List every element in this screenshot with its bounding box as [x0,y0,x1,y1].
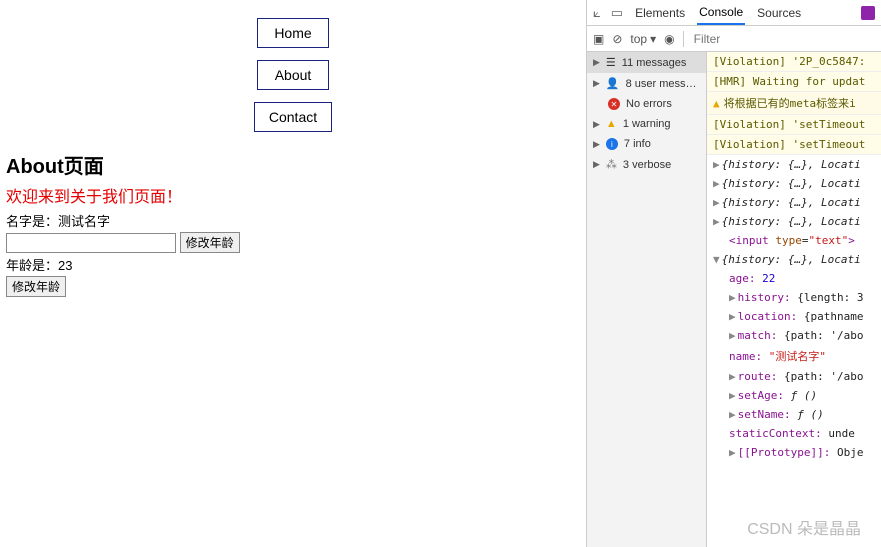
log-object[interactable]: ▶{history: {…}, Locati [707,174,881,193]
sidebar-toggle-icon[interactable]: ▣ [593,32,604,46]
log-line: [HMR] Waiting for updat [707,72,881,92]
name-label: 名字是：测试名字 [6,211,586,230]
log-object[interactable]: ▶{history: {…}, Locati [707,193,881,212]
device-icon[interactable]: ▭ [611,5,623,21]
console-toolbar: ▣ ⊘ top ▾ ◉ [587,26,881,52]
tab-console[interactable]: Console [697,1,745,25]
name-input[interactable] [6,233,176,253]
log-line: [Violation] 'setTimeout [707,115,881,135]
prop-history[interactable]: ▶history: {length: 3 [707,288,881,307]
page-content: Home About Contact About页面 欢迎来到关于我们页面！ 名… [0,0,586,547]
prop-route[interactable]: ▶route: {path: '/abo [707,367,881,386]
filter-input[interactable] [692,31,752,47]
prop-static: staticContext: unde [707,424,881,443]
about-content: About页面 欢迎来到关于我们页面！ 名字是：测试名字 修改年龄 年龄是：23… [0,150,586,297]
log-object[interactable]: ▶{history: {…}, Locati [707,155,881,174]
log-html[interactable]: <input type="text"> [707,231,881,250]
welcome-text: 欢迎来到关于我们页面！ [6,183,586,207]
edit-age-button-1[interactable]: 修改年龄 [180,232,240,253]
devtools-tabs: ⟀ ▭ Elements Console Sources [587,0,881,26]
log-line: ▲将根据已有的meta标签来i [707,92,881,115]
side-errors[interactable]: ✕No errors [587,94,706,114]
log-object[interactable]: ▶{history: {…}, Locati [707,212,881,231]
age-label: 年龄是：23 [6,255,586,274]
prop-match[interactable]: ▶match: {path: '/abo [707,326,881,345]
tab-elements[interactable]: Elements [633,2,687,24]
log-line: [Violation] '2P_0c5847: [707,52,881,72]
devtools-panel: ⟀ ▭ Elements Console Sources ▣ ⊘ top ▾ ◉… [586,0,881,547]
context-selector[interactable]: top ▾ [630,32,656,46]
page-title: About页面 [6,150,586,179]
edit-age-button-2[interactable]: 修改年龄 [6,276,66,297]
nav: Home About Contact [0,18,586,132]
side-messages[interactable]: ▶☰11 messages [587,52,706,73]
prop-location[interactable]: ▶location: {pathname [707,307,881,326]
console-log: [Violation] '2P_0c5847: [HMR] Waiting fo… [707,52,881,547]
side-user[interactable]: ▶👤8 user mess… [587,73,706,94]
console-sidebar: ▶☰11 messages ▶👤8 user mess… ✕No errors … [587,52,707,547]
side-verbose[interactable]: ▶⁂3 verbose [587,154,706,175]
tab-sources[interactable]: Sources [755,2,803,24]
nav-home[interactable]: Home [257,18,329,48]
nav-about[interactable]: About [257,60,329,90]
extension-icon[interactable] [861,6,875,20]
log-object-expanded[interactable]: ▼{history: {…}, Locati [707,250,881,269]
prop-name: name: "测试名字" [707,345,881,367]
nav-contact[interactable]: Contact [254,102,332,132]
prop-proto[interactable]: ▶[[Prototype]]: Obje [707,443,881,462]
prop-setage[interactable]: ▶setAge: ƒ () [707,386,881,405]
eye-icon[interactable]: ◉ [664,32,674,46]
inspect-icon[interactable]: ⟀ [593,5,601,21]
prop-age: age: 22 [707,269,881,288]
clear-console-icon[interactable]: ⊘ [612,32,622,46]
prop-setname[interactable]: ▶setName: ƒ () [707,405,881,424]
log-line: [Violation] 'setTimeout [707,135,881,155]
side-warning[interactable]: ▶▲1 warning [587,114,706,134]
side-info[interactable]: ▶i7 info [587,134,706,154]
